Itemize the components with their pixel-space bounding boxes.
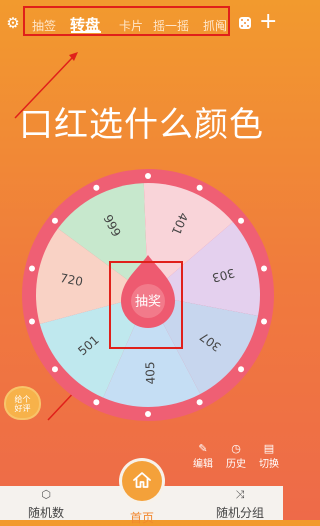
shuffle-icon: ⤨	[235, 488, 245, 501]
dice-icon[interactable]	[239, 17, 251, 29]
edit-button[interactable]: ✎ 编辑	[186, 442, 220, 470]
switch-icon: ▤	[263, 442, 275, 455]
wheel-segment-label: 405	[143, 361, 158, 384]
nav-random-group[interactable]: ⤨ 随机分组	[210, 488, 270, 521]
tab-shake[interactable]: 摇一摇	[153, 17, 189, 34]
edit-label: 编辑	[193, 459, 213, 470]
top-bar: ⚙ 抽签 转盘 卡片 摇一摇 抓阄 +	[0, 0, 283, 46]
active-tab-indicator	[71, 31, 101, 33]
switch-button[interactable]: ▤ 切换	[252, 442, 286, 470]
cube-icon: ⬡	[41, 488, 51, 501]
history-label: 历史	[226, 459, 246, 470]
clock-icon: ◷	[231, 442, 241, 455]
page-title: 口红选什么颜色	[19, 105, 264, 145]
wheel-ring-dot	[196, 184, 203, 191]
history-button[interactable]: ◷ 历史	[219, 442, 253, 470]
rate-text-line1: 给个	[14, 395, 31, 404]
wheel-ring-dot	[93, 399, 100, 406]
wheel-ring-dot	[261, 318, 268, 325]
home-button[interactable]	[122, 461, 162, 501]
home-icon	[133, 472, 151, 488]
nav-random-number-label: 随机数	[27, 506, 64, 520]
add-button[interactable]: +	[259, 9, 277, 35]
wheel-ring-dot	[238, 366, 245, 373]
wheel-ring-dot	[28, 318, 35, 325]
nav-random-number[interactable]: ⬡ 随机数	[16, 488, 76, 521]
rate-text-line2: 好评	[14, 404, 31, 413]
wheel-ring-dot	[238, 217, 245, 224]
wheel-ring-dot	[261, 265, 268, 272]
wheel-ring-dot	[93, 184, 100, 191]
wheel-ring-dot	[196, 399, 203, 406]
gear-icon[interactable]: ⚙	[5, 15, 21, 31]
tab-lottery-ball[interactable]: 抓阄	[203, 17, 227, 34]
spin-wheel[interactable]: 720999 401303307405501抽奖	[0, 155, 283, 435]
spin-button-label[interactable]: 抽奖	[135, 295, 161, 310]
rate-us-badge[interactable]: 给个 好评	[6, 388, 39, 418]
tab-draw-lots[interactable]: 抽签	[32, 17, 56, 34]
tab-cards[interactable]: 卡片	[119, 17, 143, 34]
switch-label: 切换	[259, 459, 279, 470]
pencil-icon: ✎	[198, 442, 208, 455]
nav-home-label[interactable]: 首页	[112, 509, 172, 526]
wheel-ring-dot	[145, 411, 151, 417]
tab-bar: 抽签 转盘 卡片 摇一摇 抓阄	[23, 6, 230, 36]
wheel-ring-dot	[28, 265, 35, 272]
wheel-ring-dot	[145, 173, 151, 179]
wheel-ring-dot	[51, 366, 58, 373]
nav-random-group-label: 随机分组	[215, 506, 264, 520]
wheel-ring-dot	[51, 217, 58, 224]
